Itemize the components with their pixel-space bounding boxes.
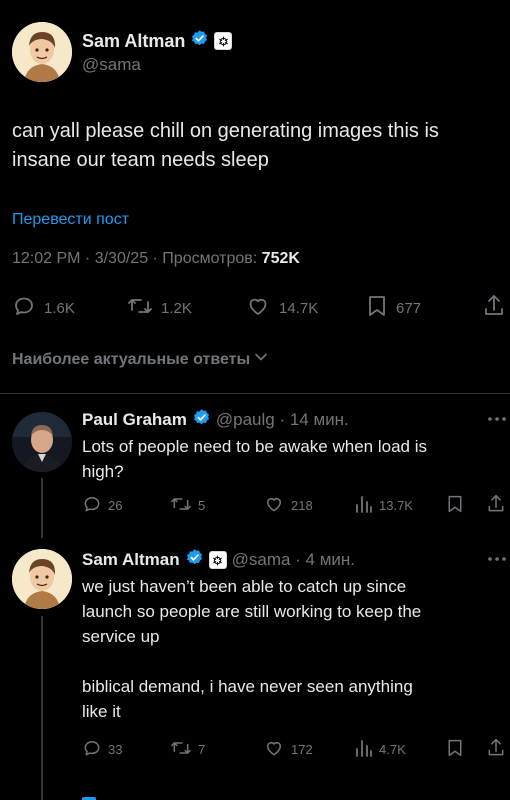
- like-count: 14.7K: [279, 299, 319, 317]
- reply-text-line: launch so people are still working to ke…: [82, 602, 422, 621]
- reply-text: we just haven’t been able to catch up si…: [82, 574, 502, 724]
- replies-sort-label: Наиболее актуальные ответы: [12, 350, 251, 368]
- views-count: 4.7K: [379, 742, 406, 757]
- author-avatar[interactable]: [12, 22, 72, 82]
- author-name[interactable]: Sam Altman: [82, 31, 185, 52]
- reply-icon: [82, 738, 102, 761]
- reply-action[interactable]: 26: [82, 494, 122, 517]
- like-icon: [263, 738, 285, 761]
- share-icon[interactable]: [482, 293, 506, 324]
- more-icon[interactable]: [487, 411, 507, 429]
- replies-sort-dropdown[interactable]: Наиболее актуальные ответы: [12, 350, 268, 369]
- translate-link[interactable]: Перевести пост: [12, 211, 129, 229]
- author-handle[interactable]: @sama: [82, 55, 141, 75]
- retweet-action[interactable]: 7: [170, 738, 205, 761]
- reply-author-name[interactable]: Sam Altman: [82, 550, 180, 570]
- views-action[interactable]: 4.7K: [355, 738, 406, 761]
- reply-count: 26: [108, 498, 123, 513]
- retweet-icon: [127, 294, 153, 322]
- tweet-text: can yall please chill on generating imag…: [12, 120, 439, 171]
- like-action[interactable]: 14.7K: [245, 294, 318, 322]
- retweet-icon: [170, 494, 192, 517]
- thread-line: [41, 478, 43, 538]
- reply-text-line: service up: [82, 627, 160, 646]
- verified-badge-icon: [192, 408, 211, 432]
- chevron-down-icon: [254, 350, 268, 369]
- reply-author-name[interactable]: Paul Graham: [82, 410, 187, 430]
- more-icon[interactable]: [487, 551, 507, 569]
- reply-handle-time[interactable]: @paulg · 14 мин.: [216, 410, 349, 430]
- views-count: 13.7K: [379, 498, 413, 513]
- bookmark-icon: [366, 294, 388, 322]
- tweet-meta: 12:02 PM · 3/30/25 · Просмотров: 752K: [12, 250, 300, 268]
- like-icon: [245, 294, 271, 322]
- like-action[interactable]: 172: [263, 738, 313, 761]
- views-count: 752K: [261, 250, 300, 267]
- retweet-icon: [170, 738, 192, 761]
- reply-text-line: high?: [82, 462, 124, 481]
- retweet-action[interactable]: 1.2K: [127, 294, 192, 322]
- share-icon[interactable]: [486, 493, 506, 520]
- reply-count: 1.6K: [44, 299, 75, 317]
- retweet-count: 7: [198, 742, 206, 757]
- retweet-count: 1.2K: [161, 299, 192, 317]
- reply-action[interactable]: 1.6K: [12, 294, 75, 322]
- openai-affiliate-icon[interactable]: [214, 32, 233, 50]
- reply-avatar[interactable]: [12, 412, 72, 472]
- like-action[interactable]: 218: [263, 494, 313, 517]
- views-action[interactable]: 13.7K: [355, 494, 413, 517]
- retweet-action[interactable]: 5: [170, 494, 205, 517]
- bookmark-icon[interactable]: [446, 494, 464, 519]
- verified-badge-icon: [185, 548, 204, 572]
- reply-action[interactable]: 33: [82, 738, 122, 761]
- verified-badge-icon: [190, 29, 209, 53]
- bookmark-count: 677: [396, 299, 422, 317]
- views-icon: [355, 738, 373, 761]
- reply-text-line: Lots of people need to be awake when loa…: [82, 437, 427, 456]
- like-icon: [263, 494, 285, 517]
- retweet-count: 5: [198, 498, 206, 513]
- openai-affiliate-icon[interactable]: [208, 551, 227, 569]
- bookmark-action[interactable]: 677: [366, 294, 421, 322]
- like-count: 172: [291, 742, 313, 757]
- reply-text-line: we just haven’t been able to catch up si…: [82, 577, 407, 596]
- reply-icon: [12, 294, 36, 322]
- reply-text-line: like it: [82, 702, 121, 721]
- reply-icon: [82, 494, 102, 517]
- reply-text: Lots of people need to be awake when loa…: [82, 434, 502, 484]
- reply-avatar[interactable]: [12, 549, 72, 609]
- share-icon[interactable]: [486, 737, 506, 764]
- tweet-timestamp[interactable]: 12:02 PM · 3/30/25 · Просмотров:: [12, 250, 262, 267]
- reply-count: 33: [108, 742, 123, 757]
- reply-handle-time[interactable]: @sama · 4 мин.: [232, 550, 355, 570]
- like-count: 218: [291, 498, 313, 513]
- bookmark-icon[interactable]: [446, 738, 464, 763]
- reply-text-line: biblical demand, i have never seen anyth…: [82, 677, 413, 696]
- views-icon: [355, 494, 373, 517]
- thread-line: [41, 616, 43, 800]
- divider: [0, 393, 510, 394]
